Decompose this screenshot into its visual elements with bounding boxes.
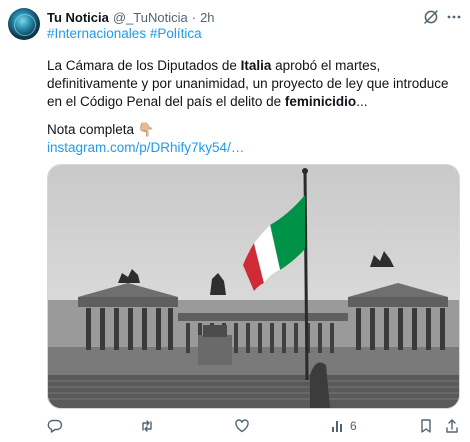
author-name[interactable]: Tu Noticia: [47, 10, 109, 25]
pointing-down-icon: 👇🏼: [137, 122, 155, 137]
retweet-button[interactable]: [139, 416, 159, 436]
text-bold-feminicidio: feminicidio: [284, 94, 357, 109]
views-icon: [332, 421, 342, 432]
like-icon: [235, 419, 249, 433]
tweet-header: Tu Noticia @_TuNoticia · 2h: [47, 8, 215, 26]
separator-dot: ·: [191, 9, 197, 25]
views-button[interactable]: 6: [330, 416, 357, 436]
action-bar: 6: [47, 416, 460, 436]
share-icon: [446, 419, 458, 433]
text-bold-italia: Italia: [240, 58, 272, 73]
text-segment: La Cámara de los Diputados de: [47, 58, 241, 73]
reply-icon: [47, 419, 63, 433]
grok-icon[interactable]: [423, 9, 439, 25]
more-icon[interactable]: [446, 9, 462, 25]
nota-completa: Nota completa 👇🏼: [47, 121, 155, 139]
text-segment: ...: [356, 94, 368, 109]
retweet-icon: [142, 420, 152, 432]
reply-button[interactable]: [47, 416, 67, 436]
tweet-text: La Cámara de los Diputados de Italia apr…: [47, 57, 459, 111]
views-count: 6: [350, 419, 357, 433]
like-button[interactable]: [234, 416, 254, 436]
nota-label: Nota completa: [47, 122, 135, 137]
hashtag-politica[interactable]: #Política: [150, 26, 202, 41]
author-handle[interactable]: @_TuNoticia: [113, 10, 188, 25]
timestamp[interactable]: 2h: [200, 10, 214, 25]
hashtags: #Internacionales #Política: [47, 26, 202, 41]
bookmark-icon: [421, 419, 431, 433]
bookmark-button[interactable]: [418, 416, 434, 436]
avatar[interactable]: [8, 8, 40, 40]
tweet-image[interactable]: [47, 164, 460, 409]
share-button[interactable]: [444, 416, 460, 436]
instagram-link[interactable]: instagram.com/p/DRhify7ky54/…: [47, 139, 244, 157]
hashtag-internacionales[interactable]: #Internacionales: [47, 26, 146, 41]
